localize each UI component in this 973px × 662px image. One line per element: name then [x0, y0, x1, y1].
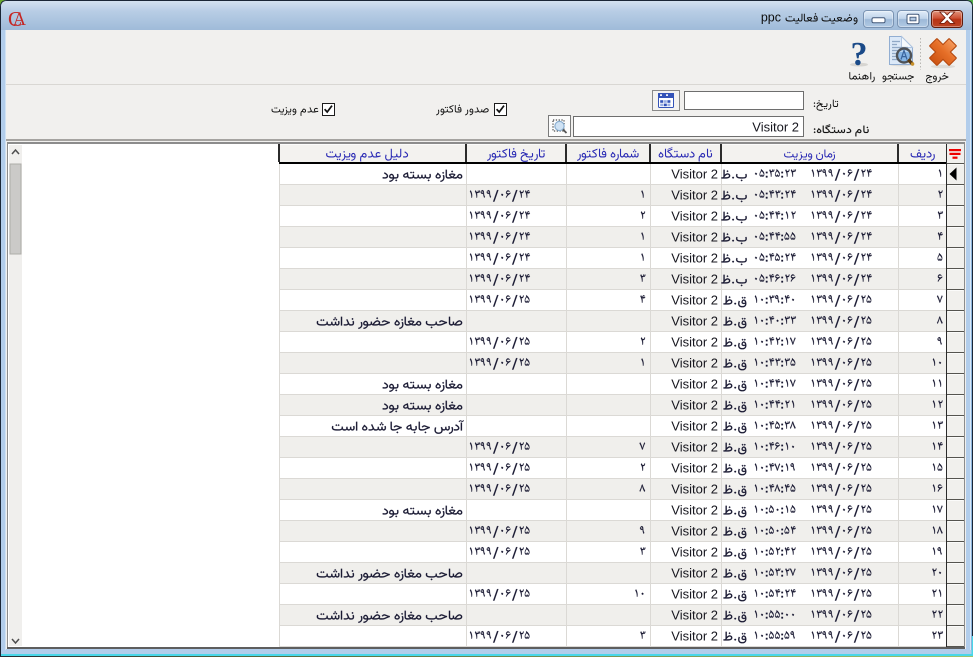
svg-text:Visitor 2: Visitor 2	[671, 293, 718, 308]
svg-text:Visitor 2: Visitor 2	[671, 272, 718, 287]
svg-text:Visitor 2: Visitor 2	[671, 377, 718, 392]
svg-text:Visitor 2: Visitor 2	[671, 356, 718, 371]
svg-text:Visitor 2: Visitor 2	[671, 524, 718, 539]
svg-text:Visitor 2: Visitor 2	[671, 608, 718, 623]
svg-text:Visitor 2: Visitor 2	[671, 167, 718, 182]
svg-text:A: A	[13, 9, 26, 29]
svg-text:Visitor 2: Visitor 2	[671, 545, 718, 560]
svg-text:Visitor 2: Visitor 2	[671, 314, 718, 329]
svg-text:Visitor 2: Visitor 2	[671, 461, 718, 476]
svg-text:Visitor 2: Visitor 2	[671, 398, 718, 413]
svg-text:?: ?	[851, 36, 868, 73]
svg-text:Visitor 2: Visitor 2	[671, 482, 718, 497]
svg-text:Visitor 2: Visitor 2	[671, 209, 718, 224]
svg-text:Visitor 2: Visitor 2	[671, 440, 718, 455]
svg-text:Visitor 2: Visitor 2	[752, 120, 799, 135]
svg-text:Visitor 2: Visitor 2	[671, 188, 718, 203]
svg-text:Visitor 2: Visitor 2	[671, 335, 718, 350]
svg-text:Visitor 2: Visitor 2	[671, 566, 718, 581]
svg-text:ppc: ppc	[761, 11, 781, 25]
svg-text:Visitor 2: Visitor 2	[671, 230, 718, 245]
svg-text:Visitor 2: Visitor 2	[671, 503, 718, 518]
svg-text:Visitor 2: Visitor 2	[671, 419, 718, 434]
svg-text:Visitor 2: Visitor 2	[671, 629, 718, 644]
svg-text:Visitor 2: Visitor 2	[671, 587, 718, 602]
svg-text:Visitor 2: Visitor 2	[671, 251, 718, 266]
